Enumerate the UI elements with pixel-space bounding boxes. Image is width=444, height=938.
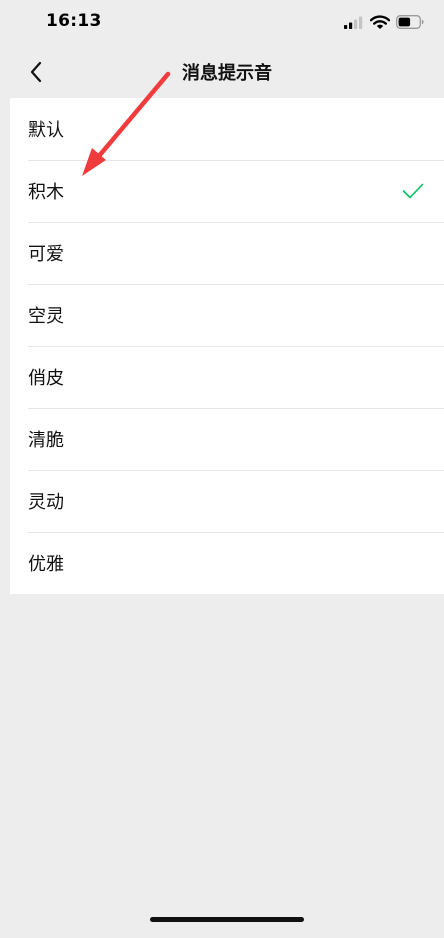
- sound-option-building-blocks[interactable]: 积木: [10, 160, 444, 222]
- sound-option-elegant[interactable]: 优雅: [10, 532, 444, 594]
- sound-option-cute[interactable]: 可爱: [10, 222, 444, 284]
- sound-list: 默认 积木 可爱 空灵 俏皮 清脆 灵动 优雅: [10, 98, 444, 594]
- sound-option-lively[interactable]: 灵动: [10, 470, 444, 532]
- sound-option-label: 空灵: [28, 306, 64, 327]
- status-icons: [344, 14, 424, 30]
- battery-icon: [396, 15, 424, 29]
- sound-option-default[interactable]: 默认: [10, 98, 444, 160]
- wifi-icon: [370, 15, 390, 29]
- nav-bar: 消息提示音: [10, 46, 444, 98]
- status-bar: 16:13: [10, 0, 444, 46]
- sound-option-label: 灵动: [28, 492, 64, 513]
- sound-option-crisp[interactable]: 清脆: [10, 408, 444, 470]
- sound-option-playful[interactable]: 俏皮: [10, 346, 444, 408]
- sound-option-label: 积木: [28, 182, 64, 203]
- checkmark-icon: [402, 183, 424, 199]
- sound-option-label: 可爱: [28, 244, 64, 265]
- status-time: 16:13: [46, 11, 102, 31]
- sound-option-label: 清脆: [28, 430, 64, 451]
- screen: 16:13 消息提示音 默认 积木 可爱 空灵 俏皮 清脆 灵动 优雅: [10, 0, 444, 938]
- sound-option-label: 优雅: [28, 554, 64, 575]
- sound-option-label: 俏皮: [28, 368, 64, 389]
- sound-option-label: 默认: [28, 120, 64, 141]
- sound-option-ethereal[interactable]: 空灵: [10, 284, 444, 346]
- page-title: 消息提示音: [182, 63, 272, 84]
- signal-icon: [344, 16, 363, 29]
- home-indicator: [150, 917, 304, 922]
